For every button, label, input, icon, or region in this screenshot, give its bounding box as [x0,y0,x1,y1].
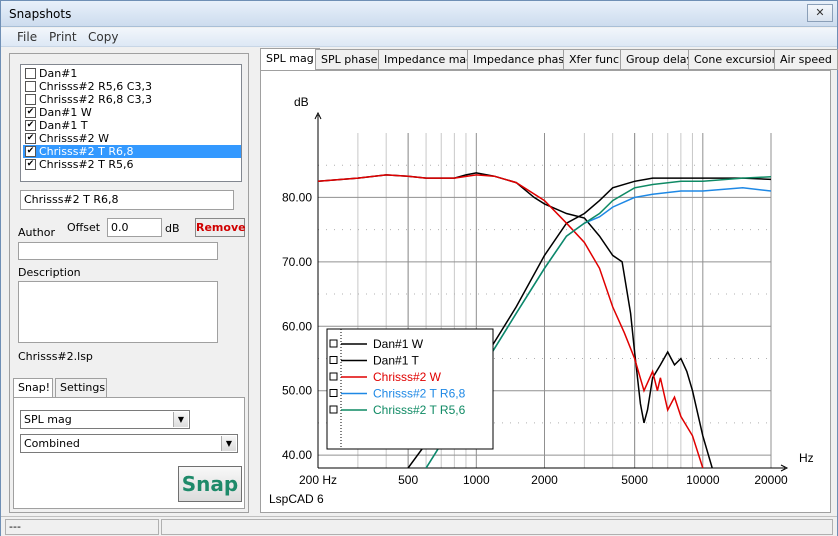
x-tick-label-2: 1000 [463,473,490,487]
legend-checkbox-1 [329,356,338,364]
x-tick-label-5: 10000 [686,473,720,487]
description-label: Description [18,266,81,279]
snapshot-checkbox-0[interactable] [25,68,36,79]
menu-print[interactable]: Print [49,30,77,44]
chevron-down-icon[interactable]: ▼ [173,412,188,427]
close-button[interactable]: ✕ [807,4,833,22]
x-tick-label-4: 5000 [621,473,648,487]
offset-label: Offset [67,221,101,234]
snapshot-checkbox-2[interactable] [25,94,36,105]
snapshot-item-7[interactable]: ✔ Chrisss#2 T R5,6 [23,158,241,171]
snapshot-item-4[interactable]: ✔ Dan#1 T [23,119,241,132]
snapshot-checkbox-5[interactable]: ✔ [25,133,36,144]
tab-snap[interactable]: Snap! [13,378,53,399]
y-tick-label-0: 80.00 [282,190,312,204]
status-text: --- [5,519,159,535]
window-title: Snapshots [9,7,72,21]
legend-label-2: Chrisss#2 W [373,370,442,384]
legend-checkbox-3 [329,389,338,397]
legend-checkbox-0 [329,339,338,348]
snapshot-checkbox-3[interactable]: ✔ [25,107,36,118]
measurement-select[interactable]: SPL mag ▼ [20,410,190,429]
author-input[interactable] [18,242,218,260]
tab-spl-phase[interactable]: SPL phase [315,49,384,70]
tab-spl-mag[interactable]: SPL mag [260,48,320,71]
snapshot-name-input[interactable]: Chrisss#2 T R6,8 [20,190,234,210]
measurement-select-value: SPL mag [24,413,72,426]
mode-select-value: Combined [24,437,80,450]
menu-bar: File Print Copy [1,28,837,47]
legend-checkbox-4 [329,405,338,414]
remove-button[interactable]: Remove [195,218,246,237]
legend-checkbox-2 [329,372,338,381]
title-bar[interactable]: Snapshots ✕ [1,1,837,27]
snap-button[interactable]: Snap [178,466,242,502]
snapshot-label-6: Chrisss#2 T R6,8 [39,145,134,158]
snapshot-item-5[interactable]: ✔ Chrisss#2 W [23,132,241,145]
x-tick-label-6: 20000 [754,473,788,487]
snapshot-checkbox-1[interactable] [25,81,36,92]
mode-select[interactable]: Combined ▼ [20,434,238,453]
snapshot-label-3: Dan#1 W [39,106,92,119]
left-panel: Dan#1 Chrisss#2 R5,6 C3,3 Chrisss#2 R6,8… [9,53,249,513]
snapshot-label-7: Chrisss#2 T R5,6 [39,158,134,171]
snapshot-item-0[interactable]: Dan#1 [23,67,241,80]
legend-label-0: Dan#1 W [373,337,424,351]
snapshot-label-2: Chrisss#2 R6,8 C3,3 [39,93,152,106]
x-tick-label-3: 2000 [531,473,558,487]
snapshot-item-2[interactable]: Chrisss#2 R6,8 C3,3 [23,93,241,106]
tab-impedance-phase[interactable]: Impedance phase [467,49,577,70]
y-tick-label-2: 60.00 [282,319,312,333]
y-tick-label-1: 70.00 [282,255,312,269]
legend-label-3: Chrisss#2 T R6,8 [373,387,466,401]
snapshot-label-0: Dan#1 [39,67,78,80]
y-axis-label: dB [294,95,309,109]
snapshots-window: Snapshots ✕ File Print Copy Dan#1 Chriss… [0,0,838,536]
status-bar: --- [1,516,837,536]
offset-unit: dB [165,222,180,235]
description-input[interactable] [18,281,218,343]
spl-chart[interactable]: dB Hz 80.00 70.00 60.00 50.00 40.00 200 Hz 500 10… [261,71,830,512]
snapshot-item-6[interactable]: ✔ Chrisss#2 T R6,8 [23,145,241,158]
legend-label-4: Chrisss#2 T R5,6 [373,403,466,417]
snapshot-item-1[interactable]: Chrisss#2 R5,6 C3,3 [23,80,241,93]
author-label: Author [18,226,56,239]
file-name: Chrisss#2.lsp [18,350,93,363]
snapshot-list[interactable]: Dan#1 Chrisss#2 R5,6 C3,3 Chrisss#2 R6,8… [20,64,242,182]
y-tick-label-4: 40.00 [282,448,312,462]
snapshot-checkbox-4[interactable]: ✔ [25,120,36,131]
chevron-down-icon[interactable]: ▼ [221,436,236,451]
legend-label-1: Dan#1 T [373,354,419,368]
chart-panel: SPL mag SPL phase Impedance mag Impedanc… [260,48,838,513]
y-tick-label-3: 50.00 [282,384,312,398]
status-panel [161,519,833,535]
snapshot-label-4: Dan#1 T [39,119,88,132]
offset-input[interactable]: 0.0 [107,218,162,237]
snapshot-item-3[interactable]: ✔ Dan#1 W [23,106,241,119]
tab-impedance-mag[interactable]: Impedance mag [378,49,480,70]
menu-file[interactable]: File [17,30,37,44]
x-axis-label: Hz [799,451,814,465]
tab-cone-excursion[interactable]: Cone excursion [688,49,785,70]
tab-settings[interactable]: Settings [55,378,107,398]
snap-tab-body: SPL mag ▼ Combined ▼ Snap [13,397,245,509]
x-tick-label-1: 500 [398,473,418,487]
snapshot-checkbox-7[interactable]: ✔ [25,159,36,170]
chart-footer: LspCAD 6 [269,492,324,506]
chart-area: dB Hz 80.00 70.00 60.00 50.00 40.00 200 Hz 500 10… [260,70,831,513]
x-tick-label-0: 200 Hz [299,473,337,487]
snapshot-checkbox-6[interactable]: ✔ [25,146,36,157]
tab-air-speed[interactable]: Air speed [774,49,838,70]
menu-copy[interactable]: Copy [88,30,118,44]
tab-xfer-func[interactable]: Xfer func [563,49,626,70]
snapshot-label-5: Chrisss#2 W [39,132,110,145]
snapshot-label-1: Chrisss#2 R5,6 C3,3 [39,80,152,93]
